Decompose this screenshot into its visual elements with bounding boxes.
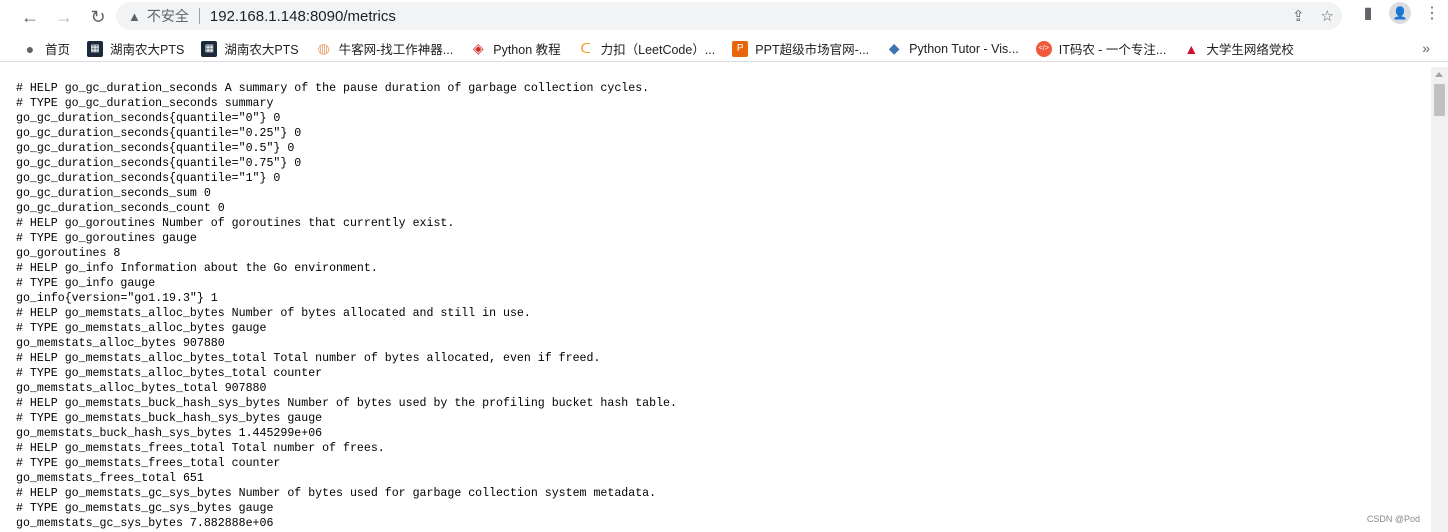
bookmark-label: 首页	[45, 43, 71, 57]
bookmark-label: Python Tutor - Vis...	[909, 41, 1019, 56]
metric-line: go_memstats_frees_total 651	[16, 472, 204, 485]
bookmark-item[interactable]: ▦ 湖南农大PTS	[87, 39, 184, 58]
watermark: CSDN @Pod	[1366, 514, 1420, 524]
bookmark-label: PPT超级市场官网-...	[755, 43, 870, 57]
scrollbar-thumb[interactable]	[1434, 84, 1445, 116]
bookmark-item[interactable]: ◍ 牛客网-找工作神器...	[316, 39, 454, 58]
metric-line: go_memstats_alloc_bytes 907880	[16, 337, 225, 350]
bookmark-label: 湖南农大PTS	[224, 43, 299, 57]
metric-line: go_gc_duration_seconds{quantile="0.75"} …	[16, 157, 302, 170]
bookmark-item[interactable]: ᑕ 力扣（LeetCode）...	[578, 39, 716, 58]
bookmark-label: IT码农 - 一个专注...	[1058, 43, 1167, 57]
metric-line: # HELP go_memstats_alloc_bytes_total Tot…	[16, 352, 601, 365]
metric-line: # HELP go_memstats_alloc_bytes Number of…	[16, 307, 531, 320]
bookmark-label: Python 教程	[493, 43, 561, 57]
nowcoder-icon: ◍	[317, 40, 330, 56]
metric-line: # TYPE go_memstats_frees_total counter	[16, 457, 281, 470]
metric-line: go_memstats_gc_sys_bytes 7.882888e+06	[16, 517, 274, 530]
metric-line: # TYPE go_gc_duration_seconds summary	[16, 97, 274, 110]
metric-line: go_gc_duration_seconds_sum 0	[16, 187, 211, 200]
scroll-up-icon[interactable]	[1435, 72, 1443, 77]
bookmark-item[interactable]: ▲ 大学生网络党校	[1183, 39, 1294, 58]
back-button[interactable]: ←	[13, 2, 47, 32]
divider	[198, 8, 200, 24]
security-label[interactable]: 不安全	[147, 6, 189, 26]
bookmark-item[interactable]: ▦ 湖南农大PTS	[201, 39, 299, 58]
bookmark-item[interactable]: ● 首页	[22, 39, 70, 58]
reload-button[interactable]: ↻	[81, 2, 115, 32]
metric-line: # TYPE go_memstats_buck_hash_sys_bytes g…	[16, 412, 323, 425]
warning-icon: ▲	[128, 8, 141, 24]
bookmark-item[interactable]: ◆ Python Tutor - Vis...	[886, 40, 1019, 57]
forward-button[interactable]: →	[47, 2, 81, 32]
globe-icon: ●	[25, 40, 35, 57]
metric-line: # TYPE go_memstats_gc_sys_bytes gauge	[16, 502, 274, 515]
bookmark-item[interactable]: </> IT码农 - 一个专注...	[1035, 39, 1167, 58]
metric-line: # TYPE go_goroutines gauge	[16, 232, 197, 245]
bookmarks-bar: ● 首页 ▦ 湖南农大PTS ▦ 湖南农大PTS ◍ 牛客网-找工作神器... ◈ Python …	[0, 36, 1448, 62]
metric-line: go_info{version="go1.19.3"} 1	[16, 292, 218, 305]
metric-line: # TYPE go_info gauge	[16, 277, 156, 290]
metric-line: go_gc_duration_seconds_count 0	[16, 202, 225, 215]
bookmark-item[interactable]: ◈ Python 教程	[470, 39, 561, 58]
address-bar[interactable]: ▲ 不安全 192.168.1.148:8090/metrics ⇪ ☆	[116, 2, 1342, 30]
graduation-icon: ▲	[1184, 40, 1199, 57]
share-icon[interactable]: ⇪	[1292, 7, 1305, 25]
metric-line: # TYPE go_memstats_alloc_bytes_total cou…	[16, 367, 323, 380]
scrollbar[interactable]	[1431, 67, 1448, 532]
leetcode-icon: ᑕ	[580, 40, 591, 56]
bookmark-label: 牛客网-找工作神器...	[338, 43, 454, 57]
metric-line: go_gc_duration_seconds{quantile="0"} 0	[16, 112, 281, 125]
metric-line: go_memstats_buck_hash_sys_bytes 1.445299…	[16, 427, 323, 440]
profile-avatar[interactable]: 👤	[1389, 2, 1411, 24]
metric-line: # HELP go_memstats_buck_hash_sys_bytes N…	[16, 397, 677, 410]
pts-icon: ▦	[87, 40, 104, 57]
metrics-text: # HELP go_gc_duration_seconds A summary …	[16, 81, 677, 531]
side-panel-icon[interactable]: ▮	[1352, 3, 1384, 23]
metric-line: # HELP go_memstats_frees_total Total num…	[16, 442, 385, 455]
pts-icon: ▦	[201, 40, 218, 57]
metric-line: go_gc_duration_seconds{quantile="0.25"} …	[16, 127, 302, 140]
metric-line: # HELP go_goroutines Number of goroutine…	[16, 217, 455, 230]
bookmark-item[interactable]: P PPT超级市场官网-...	[732, 39, 869, 58]
bookmark-label: 湖南农大PTS	[110, 43, 185, 57]
metric-line: go_gc_duration_seconds{quantile="0.5"} 0	[16, 142, 295, 155]
page-content: # HELP go_gc_duration_seconds A summary …	[0, 67, 1431, 532]
more-bookmarks-icon[interactable]: »	[1422, 40, 1430, 56]
bookmark-label: 大学生网络党校	[1206, 43, 1294, 57]
ppt-icon: P	[732, 40, 749, 57]
python-icon: ◆	[888, 40, 900, 56]
metric-line: # HELP go_gc_duration_seconds A summary …	[16, 82, 650, 95]
metric-line: # HELP go_info Information about the Go …	[16, 262, 378, 275]
star-icon[interactable]: ☆	[1321, 7, 1334, 25]
metric-line: # HELP go_memstats_gc_sys_bytes Number o…	[16, 487, 657, 500]
code-icon: </>	[1035, 40, 1052, 57]
url-text[interactable]: 192.168.1.148:8090/metrics	[210, 8, 396, 25]
menu-icon[interactable]: ⋮	[1416, 3, 1448, 23]
runoob-icon: ◈	[472, 40, 484, 56]
bookmark-label: 力扣（LeetCode）...	[600, 43, 716, 57]
metric-line: go_gc_duration_seconds{quantile="1"} 0	[16, 172, 281, 185]
metric-line: # TYPE go_memstats_alloc_bytes gauge	[16, 322, 267, 335]
metric-line: go_goroutines 8	[16, 247, 121, 260]
metric-line: go_memstats_alloc_bytes_total 907880	[16, 382, 267, 395]
